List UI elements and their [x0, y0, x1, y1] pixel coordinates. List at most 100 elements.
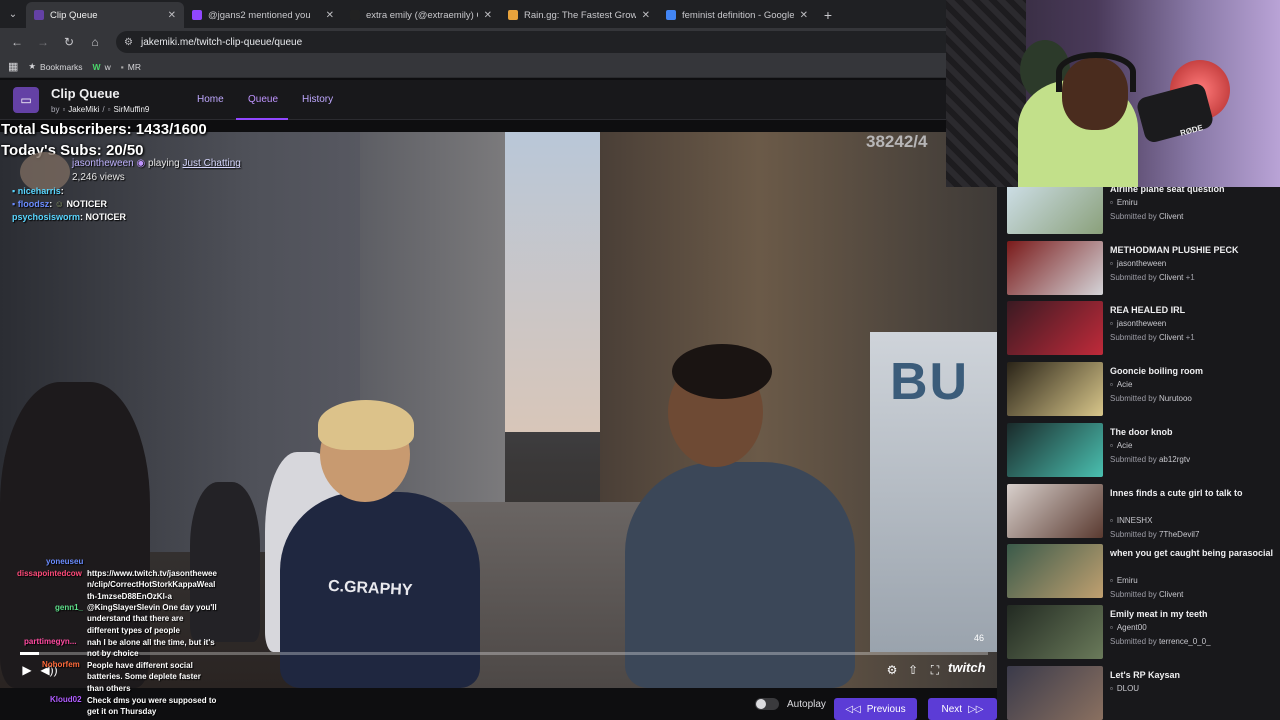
tab-favicon-icon	[34, 10, 44, 20]
nav-queue[interactable]: Queue	[248, 94, 278, 105]
bookmark-icon: ▪	[120, 61, 124, 72]
clip-submitter: Submitted by Clivent +1	[1110, 333, 1195, 342]
verified-icon: ◉	[136, 158, 146, 169]
clip-thumbnail[interactable]	[1007, 544, 1103, 598]
clip-thumbnail[interactable]	[1007, 241, 1103, 295]
share-icon[interactable]: ⇧	[905, 662, 921, 678]
clip-channel: ▫ DLOU	[1110, 684, 1140, 693]
fullscreen-icon[interactable]: ⛶	[927, 662, 943, 678]
chat-text: @KingSlayerSlevin One day you'll underst…	[87, 603, 217, 635]
browser-tab[interactable]: Clip Queue ✕	[26, 2, 184, 28]
queue-item[interactable]: REA HEALED IRL ▫ jasontheween Submitted by …	[1007, 301, 1277, 357]
clip-views: 2,246 views	[72, 172, 125, 183]
total-subscribers: Total Subscribers: 1433/1600	[1, 121, 207, 138]
chat-text: Check dms you were supposed to get it on…	[87, 696, 217, 717]
emote-icon: ☺	[54, 199, 64, 209]
next-button[interactable]: Next ▷▷	[928, 698, 997, 720]
clip-channel-link[interactable]: jasontheween	[72, 158, 134, 169]
clip-channel: ▫ Acie	[1110, 441, 1133, 450]
queue-item[interactable]: when you get caught being parasocial ▫ Emi…	[1007, 544, 1277, 600]
address-bar[interactable]: ⚙ jakemiki.me/twitch-clip-queue/queue	[116, 31, 956, 53]
headset-icon	[1056, 52, 1136, 92]
twitch-logo[interactable]: twitch	[948, 660, 986, 675]
tab-favicon-icon	[192, 10, 202, 20]
site-info-icon[interactable]: ⚙	[124, 37, 133, 48]
play-icon[interactable]: ▶	[18, 662, 36, 678]
queue-item[interactable]: METHODMAN PLUSHIE PECK ▫ jasontheween Submi…	[1007, 241, 1277, 297]
queue-item[interactable]: Let's RP Kaysan ▫ DLOU	[1007, 666, 1277, 720]
queue-item[interactable]: Airline plane seat question ▫ Emiru Submitt…	[1007, 180, 1277, 236]
close-tab-icon[interactable]: ✕	[642, 10, 650, 21]
chat-text: https://www.twitch.tv/jasontheween/clip/…	[87, 569, 217, 601]
close-tab-icon[interactable]: ✕	[168, 10, 176, 21]
reload-icon[interactable]: ↻	[58, 31, 80, 53]
home-icon[interactable]: ⌂	[84, 31, 106, 53]
chat-user: parttimegyn...	[24, 637, 77, 646]
close-tab-icon[interactable]: ✕	[484, 10, 492, 21]
chat-user: psychosisworm	[12, 212, 81, 222]
clip-title: when you get caught being parasocial	[1110, 548, 1274, 558]
queue-item[interactable]: Gooncie boiling room ▫ Acie Submitted by Nu…	[1007, 362, 1277, 418]
chat-icon: ▫	[62, 105, 66, 114]
clip-submitter: Submitted by Clivent	[1110, 212, 1184, 221]
video-frame-person	[318, 400, 414, 450]
rewind-icon: ◁◁	[845, 703, 861, 715]
tab-title: feminist definition - Google Sea	[682, 9, 794, 21]
tv-logo-icon[interactable]: ▭	[13, 87, 39, 113]
queue-item[interactable]: Emily meat in my teeth ▫ Agent00 Submitted …	[1007, 605, 1277, 661]
chat-icon: ▫	[1110, 516, 1113, 525]
browser-tab[interactable]: @jgans2 mentioned you ✕	[184, 2, 342, 28]
chat-icon: ▫	[1110, 319, 1113, 328]
settings-icon[interactable]: ⚙	[884, 662, 900, 678]
queue-item[interactable]: The door knob ▫ Acie Submitted by ab12rgtv	[1007, 423, 1277, 479]
apps-grid-icon[interactable]: ▦	[8, 60, 18, 73]
star-icon: ★	[28, 61, 37, 71]
author-link[interactable]: SirMuffin9	[114, 105, 150, 114]
w-logo-icon: W	[92, 61, 101, 72]
clip-thumbnail[interactable]	[1007, 666, 1103, 720]
clip-submitter: Submitted by terrence_0_0_	[1110, 637, 1211, 646]
tab-title: Clip Queue	[50, 9, 98, 21]
autoplay-control[interactable]: Autoplay	[755, 698, 826, 710]
author-link[interactable]: JakeMiki	[68, 105, 99, 114]
close-tab-icon[interactable]: ✕	[326, 10, 334, 21]
clip-category-link[interactable]: Just Chatting	[183, 158, 241, 169]
bookmark-folder[interactable]: ★ Bookmarks	[28, 61, 82, 72]
clip-thumbnail[interactable]	[1007, 362, 1103, 416]
chat-user: niceharris	[17, 186, 61, 196]
browser-tab[interactable]: extra emily (@extraemily) Offici ✕	[342, 2, 500, 28]
previous-button[interactable]: ◁◁ Previous	[834, 698, 917, 720]
chat-icon: ▫	[1110, 198, 1113, 207]
close-tab-icon[interactable]: ✕	[800, 10, 808, 21]
badge-icon: ▪	[12, 199, 16, 209]
chat-icon: ▫	[1110, 576, 1113, 585]
clip-thumbnail[interactable]	[1007, 605, 1103, 659]
bookmark-w[interactable]: Ww	[93, 62, 111, 72]
nav-home[interactable]: Home	[197, 94, 224, 105]
new-tab-button[interactable]: +	[816, 2, 840, 28]
queue-item[interactable]: Innes finds a cute girl to talk to ▫ INNES…	[1007, 484, 1277, 540]
clip-submitter: Submitted by ab12rgtv	[1110, 455, 1191, 464]
forward-icon[interactable]: →	[32, 31, 54, 53]
tab-search-icon[interactable]: ⌄	[0, 0, 26, 28]
autoplay-toggle[interactable]	[755, 698, 779, 710]
bookmark-mr[interactable]: ▪ MR	[121, 62, 141, 72]
clip-title: Emily meat in my teeth	[1110, 609, 1208, 619]
tab-favicon-icon	[508, 10, 518, 20]
clip-submitter: Submitted by Nurutooo	[1110, 394, 1192, 403]
clip-thumbnail[interactable]	[1007, 423, 1103, 477]
clip-channel: ▫ jasontheween	[1110, 319, 1167, 328]
back-icon[interactable]: ←	[6, 31, 28, 53]
clip-thumbnail[interactable]	[1007, 484, 1103, 538]
browser-tab[interactable]: Rain.gg: The Fastest Growing C ✕	[500, 2, 658, 28]
fast-forward-icon: ▷▷	[968, 703, 984, 715]
nav-history[interactable]: History	[302, 94, 333, 105]
clip-submitter: Submitted by Clivent +1	[1110, 273, 1195, 282]
clip-title: Innes finds a cute girl to talk to	[1110, 488, 1243, 498]
clip-channel: ▫ jasontheween	[1110, 259, 1167, 268]
clip-thumbnail[interactable]	[1007, 180, 1103, 234]
chat-icon: ▫	[1110, 380, 1113, 389]
browser-tab[interactable]: feminist definition - Google Sea ✕	[658, 2, 816, 28]
time-remaining: 46	[974, 633, 985, 643]
clip-thumbnail[interactable]	[1007, 301, 1103, 355]
